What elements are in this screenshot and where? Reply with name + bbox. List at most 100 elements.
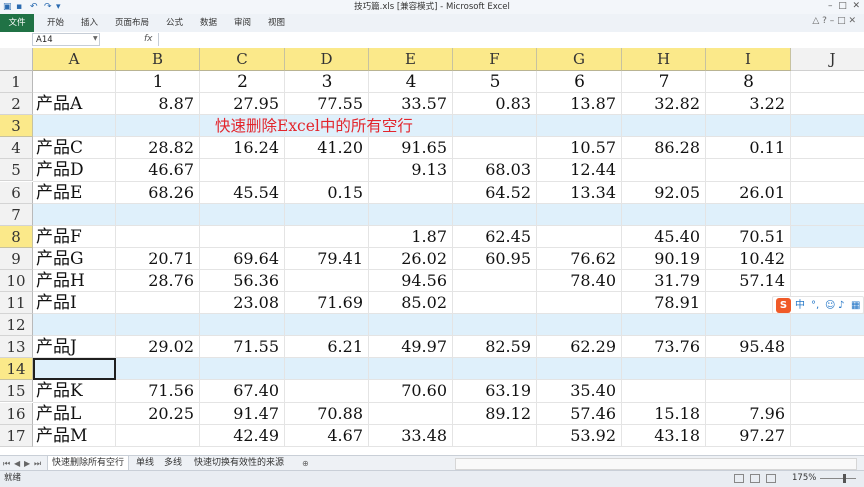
product-label[interactable]: 产品A	[33, 93, 116, 115]
ime-toolbar[interactable]: S 中 °, ☺ ♪ ▦	[772, 296, 864, 314]
window-controls[interactable]: – □ ✕	[828, 0, 860, 13]
formula-input[interactable]	[158, 33, 863, 46]
data-cell[interactable]: 42.49	[200, 425, 285, 447]
column-header-c[interactable]: C	[200, 48, 285, 71]
column-number[interactable]: 4	[369, 71, 453, 93]
data-cell[interactable]: 13.87	[537, 93, 622, 115]
page-layout-view-icon[interactable]	[750, 474, 760, 483]
row-header-16[interactable]: 16	[0, 402, 33, 425]
data-cell[interactable]: 8.87	[116, 93, 200, 115]
data-cell[interactable]: 62.45	[453, 226, 537, 248]
ribbon-help-icon[interactable]: △ ? – □ ✕	[812, 16, 856, 26]
data-cell[interactable]: 15.18	[622, 403, 706, 425]
insert-sheet-icon[interactable]: ⊕	[302, 457, 309, 470]
sheet-tab-remove-empty-rows[interactable]: 快速删除所有空行	[47, 456, 130, 470]
product-label[interactable]: 产品J	[33, 336, 116, 358]
microphone-icon[interactable]: ♪	[838, 298, 844, 313]
data-cell[interactable]: 0.83	[453, 93, 537, 115]
data-cell[interactable]: 20.25	[116, 403, 200, 425]
data-cell[interactable]: 13.34	[537, 182, 622, 204]
data-cell[interactable]: 86.28	[622, 137, 706, 159]
sheet-tab-multi-line[interactable]: 多线	[160, 456, 186, 470]
product-label[interactable]: 产品G	[33, 248, 116, 270]
data-cell[interactable]: 60.95	[453, 248, 537, 270]
data-cell[interactable]: 9.13	[369, 159, 453, 181]
row-header-9[interactable]: 9	[0, 247, 33, 270]
product-label[interactable]: 产品M	[33, 425, 116, 447]
data-cell[interactable]: 10.57	[537, 137, 622, 159]
product-label[interactable]: 产品K	[33, 380, 116, 402]
data-cell[interactable]: 4.67	[285, 425, 369, 447]
data-cell[interactable]: 70.51	[706, 226, 791, 248]
name-box[interactable]: A14	[32, 33, 100, 46]
column-number[interactable]: 2	[200, 71, 285, 93]
data-cell[interactable]: 3.22	[706, 93, 791, 115]
data-cell[interactable]: 70.88	[285, 403, 369, 425]
data-cell[interactable]: 45.40	[622, 226, 706, 248]
data-cell[interactable]: 23.08	[200, 292, 285, 314]
data-cell[interactable]: 68.03	[453, 159, 537, 181]
column-number[interactable]: 5	[453, 71, 537, 93]
column-number[interactable]: 7	[622, 71, 706, 93]
data-cell[interactable]: 68.26	[116, 182, 200, 204]
data-cell[interactable]: 89.12	[453, 403, 537, 425]
tab-insert[interactable]: 插入	[81, 14, 98, 32]
column-header-d[interactable]: D	[285, 48, 369, 71]
row-header-5[interactable]: 5	[0, 159, 33, 182]
row-header-4[interactable]: 4	[0, 137, 33, 160]
column-header-a[interactable]: A	[33, 48, 116, 71]
row-header-12[interactable]: 12	[0, 314, 33, 337]
row-header-8[interactable]: 8	[0, 225, 33, 248]
data-cell[interactable]: 62.29	[537, 336, 622, 358]
data-cell[interactable]: 57.46	[537, 403, 622, 425]
data-cell[interactable]: 49.97	[369, 336, 453, 358]
data-cell[interactable]: 92.05	[622, 182, 706, 204]
keyboard-icon[interactable]: ▦	[851, 298, 860, 313]
data-cell[interactable]: 45.54	[200, 182, 285, 204]
column-header-i[interactable]: I	[706, 48, 791, 71]
row-header-14[interactable]: 14	[0, 358, 33, 381]
data-cell[interactable]: 6.21	[285, 336, 369, 358]
zoom-slider-thumb[interactable]	[843, 474, 846, 483]
row-header-13[interactable]: 13	[0, 336, 33, 359]
data-cell[interactable]: 35.40	[537, 380, 622, 402]
zoom-slider[interactable]	[820, 478, 856, 479]
file-tab[interactable]: 文件	[0, 14, 34, 32]
row-header-11[interactable]: 11	[0, 292, 33, 315]
data-cell[interactable]: 26.01	[706, 182, 791, 204]
data-cell[interactable]: 85.02	[369, 292, 453, 314]
prev-sheet-icon[interactable]: ◀	[14, 457, 20, 470]
data-cell[interactable]: 82.59	[453, 336, 537, 358]
data-cell[interactable]: 1.87	[369, 226, 453, 248]
data-cell[interactable]: 46.67	[116, 159, 200, 181]
select-all-corner[interactable]	[0, 48, 33, 71]
data-cell[interactable]: 70.60	[369, 380, 453, 402]
chevron-down-icon[interactable]: ▼	[93, 35, 98, 42]
column-number[interactable]: 8	[706, 71, 791, 93]
column-number[interactable]: 6	[537, 71, 622, 93]
product-label[interactable]: 产品F	[33, 226, 116, 248]
data-cell[interactable]: 10.42	[706, 248, 791, 270]
data-cell[interactable]: 33.48	[369, 425, 453, 447]
row-header-2[interactable]: 2	[0, 93, 33, 116]
data-cell[interactable]: 77.55	[285, 93, 369, 115]
emoji-icon[interactable]: ☺	[825, 298, 835, 313]
data-cell[interactable]: 56.36	[200, 270, 285, 292]
data-cell[interactable]: 53.92	[537, 425, 622, 447]
data-cell[interactable]: 20.71	[116, 248, 200, 270]
data-cell[interactable]: 29.02	[116, 336, 200, 358]
row-header-15[interactable]: 15	[0, 380, 33, 403]
data-cell[interactable]: 0.11	[706, 137, 791, 159]
sheet-tab-validation-source[interactable]: 快速切换有效性的来源	[190, 456, 288, 470]
data-cell[interactable]: 91.47	[200, 403, 285, 425]
product-label[interactable]: 产品D	[33, 159, 116, 181]
normal-view-icon[interactable]	[734, 474, 744, 483]
data-cell[interactable]: 57.14	[706, 270, 791, 292]
data-cell[interactable]: 95.48	[706, 336, 791, 358]
data-cell[interactable]: 28.82	[116, 137, 200, 159]
page-break-view-icon[interactable]	[766, 474, 776, 483]
column-header-e[interactable]: E	[369, 48, 453, 71]
row-header-10[interactable]: 10	[0, 269, 33, 292]
data-cell[interactable]: 64.52	[453, 182, 537, 204]
data-cell[interactable]: 0.15	[285, 182, 369, 204]
